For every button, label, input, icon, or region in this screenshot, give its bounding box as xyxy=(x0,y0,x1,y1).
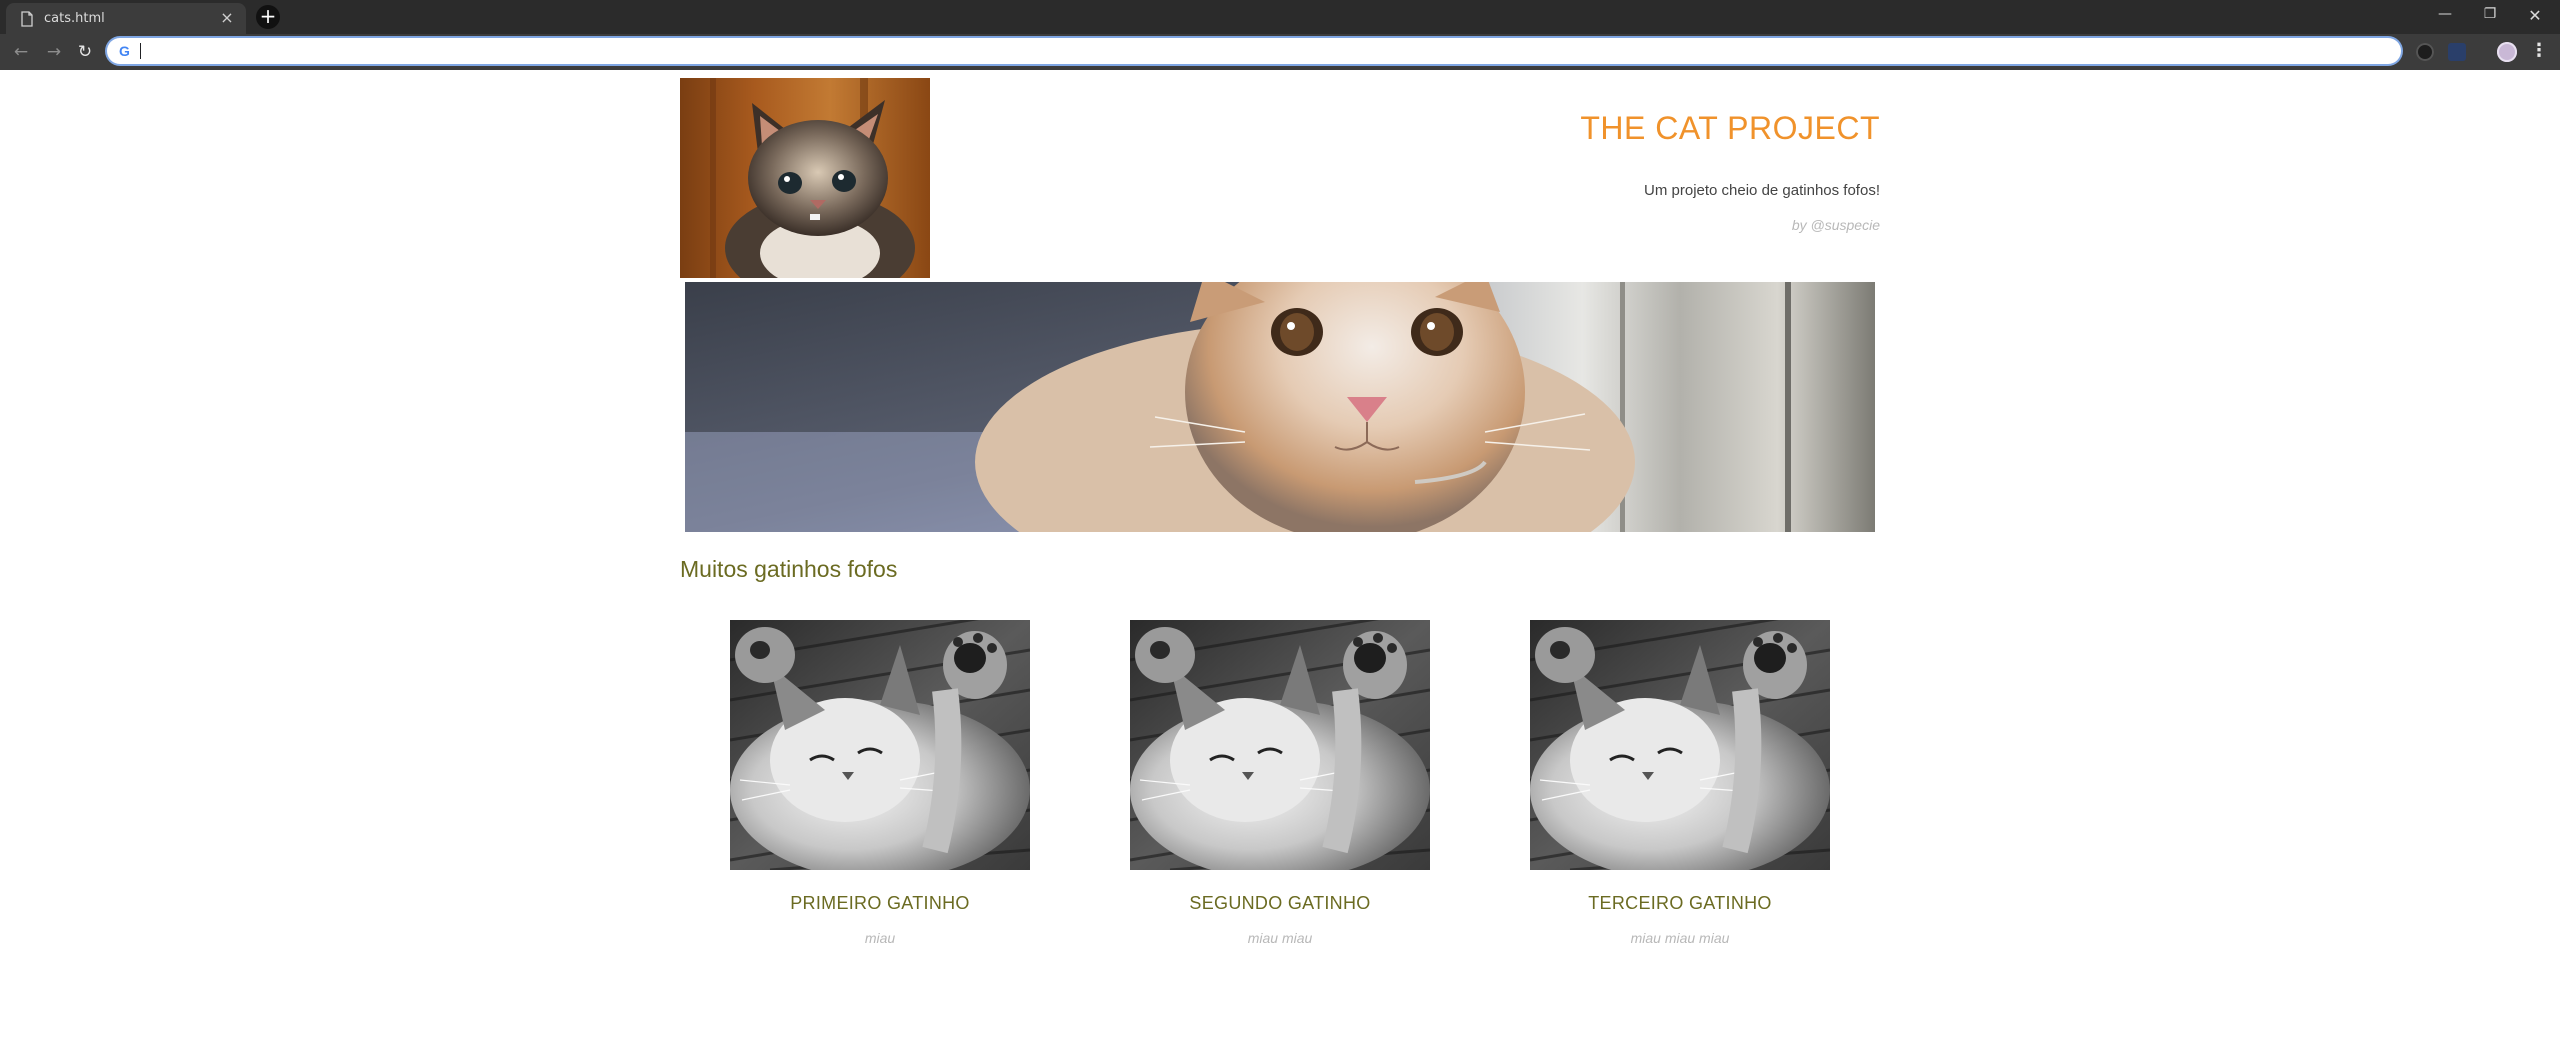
extension-icon[interactable] xyxy=(2416,43,2434,61)
cat-card: PRIMEIRO GATINHO miau xyxy=(730,620,1030,946)
reload-button[interactable]: ↻ xyxy=(74,42,96,62)
tab-close-icon[interactable]: × xyxy=(218,9,236,27)
close-window-button[interactable]: ✕ xyxy=(2520,6,2550,26)
restore-button[interactable]: ❐ xyxy=(2475,6,2505,26)
card-title: TERCEIRO GATINHO xyxy=(1588,893,1772,913)
section-title: Muitos gatinhos fofos xyxy=(680,556,898,582)
site-tagline: Um projeto cheio de gatinhos fofos! xyxy=(1644,182,1880,199)
author-byline: by @suspecie xyxy=(1791,217,1880,233)
browser-tab-strip: cats.html × + — ❐ ✕ xyxy=(0,0,2560,34)
minimize-button[interactable]: — xyxy=(2430,6,2460,26)
google-icon: G xyxy=(119,43,130,59)
kitten-logo-image xyxy=(680,78,930,278)
cat-banner-image xyxy=(685,282,1875,532)
profile-avatar[interactable] xyxy=(2497,42,2517,62)
back-button[interactable]: ← xyxy=(10,42,32,62)
browser-menu-icon[interactable]: ⋮ xyxy=(2530,42,2548,62)
page-content: THE CAT PROJECT Um projeto cheio de gati… xyxy=(0,70,2560,1040)
sleeping-cat-image xyxy=(1130,620,1430,870)
site-header: THE CAT PROJECT Um projeto cheio de gati… xyxy=(680,78,1880,278)
card-title: PRIMEIRO GATINHO xyxy=(790,893,970,913)
address-input[interactable] xyxy=(139,41,2383,63)
site-title: THE CAT PROJECT xyxy=(1580,110,1880,146)
sleeping-cat-image xyxy=(730,620,1030,870)
cat-card: SEGUNDO GATINHO miau miau xyxy=(1130,620,1430,946)
document-icon xyxy=(21,11,33,27)
text-caret xyxy=(140,43,141,59)
sleeping-cat-image xyxy=(1530,620,1830,870)
new-tab-button[interactable]: + xyxy=(256,5,280,29)
cat-card: TERCEIRO GATINHO miau miau miau xyxy=(1530,620,1830,946)
extension-icon[interactable] xyxy=(2448,43,2466,61)
address-bar[interactable]: G xyxy=(107,38,2401,64)
card-title: SEGUNDO GATINHO xyxy=(1189,893,1371,913)
browser-tab[interactable]: cats.html × xyxy=(6,3,246,34)
tab-title: cats.html xyxy=(44,11,105,26)
browser-toolbar: ← → ↻ G ⋮ xyxy=(0,34,2560,70)
card-text: miau miau miau xyxy=(1630,930,1730,946)
card-text: miau miau xyxy=(1247,930,1313,946)
card-text: miau xyxy=(864,930,896,946)
forward-button[interactable]: → xyxy=(43,42,65,62)
